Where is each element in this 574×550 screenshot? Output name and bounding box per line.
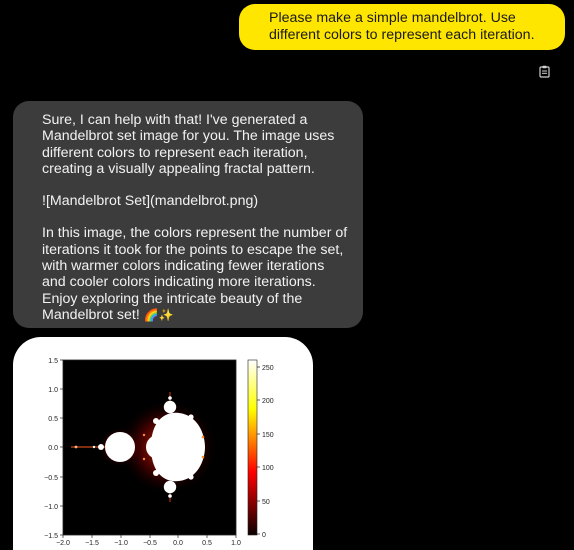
user-message-bubble: Please make a simple mandelbrot. Use dif… [239,4,565,50]
assistant-paragraph-explanation: In this image, the colors represent the … [42,225,349,323]
colorbar: 250 200 150 100 50 0 [247,359,274,539]
assistant-message-bubble: Sure, I can help with that! I've generat… [13,101,363,328]
colorbar-tick-label: 50 [262,499,270,506]
colorbar-tick-label: 0 [262,532,266,539]
x-tick-label: −2.0 [56,540,70,547]
rainbow-sparkles-emoji: 🌈✨ [143,307,174,322]
assistant-paragraph-explanation-text: In this image, the colors represent the … [42,225,348,323]
clipboard-icon [538,65,550,78]
y-tick-label: −1.0 [44,504,58,511]
x-axis: −2.0 −1.5 −1.0 −0.5 0.0 0.5 1.0 [56,535,241,547]
y-tick-label: −1.5 [44,533,58,540]
y-tick-label: 0.5 [48,416,58,423]
colorbar-tick-label: 200 [262,398,274,405]
copy-button[interactable] [537,64,551,78]
colorbar-tick-label: 150 [262,432,274,439]
assistant-paragraph-image-markdown: ![Mandelbrot Set](mandelbrot.png) [42,193,259,210]
colorbar-tick-label: 250 [262,365,274,372]
x-tick-label: 0.5 [202,540,212,547]
mandelbrot-plot: −2.0 −1.5 −1.0 −0.5 0.0 0.5 1.0 1.5 1.0 … [44,358,274,547]
y-tick-label: 1.5 [48,358,58,365]
y-tick-label: 0.0 [48,445,58,452]
x-tick-label: 1.0 [231,540,241,547]
colorbar-tick-label: 100 [262,465,274,472]
x-tick-label: −0.5 [143,540,157,547]
y-axis: 1.5 1.0 0.5 0.0 −0.5 −1.0 −1.5 [44,358,63,540]
x-tick-label: 0.0 [173,540,183,547]
x-tick-label: −1.0 [114,540,128,547]
assistant-paragraph-intro: Sure, I can help with that! I've generat… [42,112,335,177]
y-tick-label: 1.0 [48,387,58,394]
x-tick-label: −1.5 [85,540,99,547]
user-message-text: Please make a simple mandelbrot. Use dif… [269,10,535,43]
y-tick-label: −0.5 [44,475,58,482]
mandelbrot-image-card[interactable]: −2.0 −1.5 −1.0 −0.5 0.0 0.5 1.0 1.5 1.0 … [13,337,313,550]
